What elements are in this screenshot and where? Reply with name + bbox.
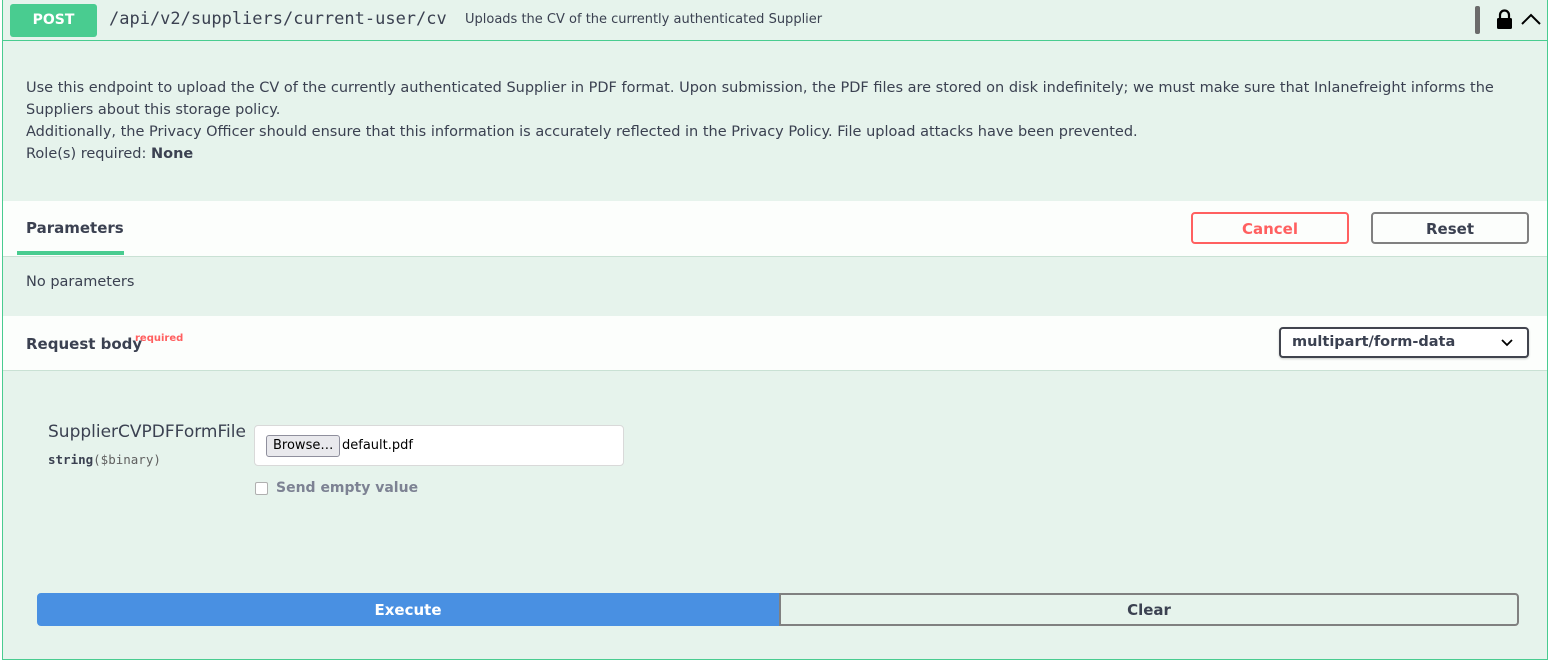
- request-body-title: Request body: [26, 335, 143, 353]
- tab-parameters[interactable]: Parameters: [17, 201, 124, 255]
- method-badge: POST: [10, 4, 97, 37]
- lock-icon[interactable]: [1496, 9, 1513, 30]
- tab-parameters-label: Parameters: [26, 219, 124, 237]
- chevron-down-icon: [1501, 339, 1513, 347]
- operation-summary[interactable]: POST /api/v2/suppliers/current-user/cv U…: [3, 0, 1547, 41]
- send-empty-checkbox[interactable]: [255, 482, 268, 495]
- required-badge: required: [135, 333, 184, 344]
- cancel-button[interactable]: Cancel: [1191, 212, 1349, 244]
- roles-label: Role(s) required:: [26, 146, 151, 162]
- send-empty-label[interactable]: Send empty value: [276, 480, 418, 496]
- roles-required: Role(s) required: None: [26, 143, 1516, 165]
- content-type-select[interactable]: multipart/form-data: [1279, 327, 1529, 358]
- operation-block: POST /api/v2/suppliers/current-user/cv U…: [2, 0, 1548, 660]
- reset-button[interactable]: Reset: [1371, 212, 1529, 244]
- no-parameters-text: No parameters: [26, 274, 135, 290]
- operation-path: /api/v2/suppliers/current-user/cv: [109, 9, 447, 29]
- operation-summary-text: Uploads the CV of the currently authenti…: [465, 12, 823, 27]
- browse-button[interactable]: Browse…: [266, 435, 341, 457]
- request-body-header: Request body required multipart/form-dat…: [3, 316, 1547, 371]
- field-type-format: ($binary): [93, 452, 161, 467]
- parameters-header: Parameters Cancel Reset: [3, 201, 1547, 257]
- description-line-1: Use this endpoint to upload the CV of th…: [26, 80, 1494, 118]
- clear-button[interactable]: Clear: [779, 593, 1519, 626]
- field-type-name: string: [48, 452, 94, 467]
- roles-value: None: [150, 146, 194, 162]
- field-type: string($binary): [48, 452, 161, 467]
- operation-description: Use this endpoint to upload the CV of th…: [26, 77, 1516, 165]
- description-line-2: Additionally, the Privacy Officer should…: [26, 124, 1138, 140]
- execute-button[interactable]: Execute: [37, 593, 779, 626]
- file-input[interactable]: Browse… default.pdf: [254, 425, 624, 466]
- selected-file-name: default.pdf: [342, 438, 413, 453]
- copy-path-handle[interactable]: [1475, 6, 1480, 34]
- content-type-value: multipart/form-data: [1292, 334, 1456, 350]
- chevron-up-icon[interactable]: [1520, 11, 1542, 27]
- field-name: SupplierCVPDFFormFile: [48, 422, 246, 442]
